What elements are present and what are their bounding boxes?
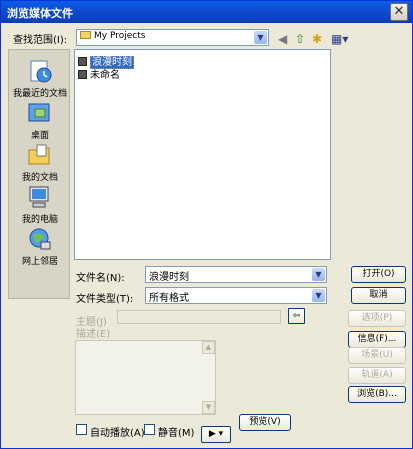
browse-button[interactable]: 浏览(B)... [348,386,406,403]
chevron-down-icon[interactable]: ▼ [254,31,267,44]
chevron-down-icon[interactable]: ▼ [202,401,215,414]
place-my-computer[interactable]: 我的电脑 [9,184,71,225]
place-network[interactable]: 网上邻居 [9,226,71,267]
autoplay-label: 自动播放(A) [90,428,145,439]
scrollbar[interactable]: ▲ ▼ [202,341,215,414]
place-label: 我的电脑 [21,215,58,225]
view-menu-icon[interactable]: ▦▾ [331,32,348,46]
media-file-icon [78,57,87,66]
preview-button[interactable]: 预览(V) [239,414,291,431]
description-label: 描述(E) [76,329,111,340]
description-box: ▲ ▼ [75,340,216,415]
browse-media-dialog: 浏览媒体文件 ✕ 查找范围(I): My Projects ▼ ◀ ⇧ ✱ ▦▾… [0,0,413,449]
cancel-button[interactable]: 取消 [351,287,406,304]
back-icon[interactable]: ◀ [278,32,287,46]
open-button[interactable]: 打开(O) [351,266,406,283]
place-my-documents[interactable]: 我的文档 [9,142,71,183]
chevron-down-icon[interactable]: ▼ [312,289,325,302]
places-bar: 我最近的文档 桌面 我的文档 我的电脑 网上邻居 [8,49,70,299]
chevron-up-icon[interactable]: ▲ [202,341,215,354]
list-item[interactable]: 未命名 [78,66,120,81]
mute-label: 静音(M) [158,428,195,439]
place-label: 我最近的文档 [12,89,67,99]
lookin-value: My Projects [80,31,145,41]
scene-button[interactable]: 场景(U) [348,347,406,364]
play-button[interactable]: ▶ ▾ [201,426,231,443]
mute-checkbox[interactable] [144,424,155,435]
filename-value: 浪漫时刻 [149,272,189,283]
media-file-icon [78,70,87,79]
chevron-down-icon[interactable]: ▼ [312,268,325,281]
recent-documents-icon [27,58,53,84]
window-title: 浏览媒体文件 [7,7,73,20]
network-places-icon [27,226,53,252]
filename-label: 文件名(N): [76,273,125,284]
lookin-label: 查找范围(I): [13,35,68,46]
filetype-label: 文件类型(T): [76,294,134,305]
file-list[interactable]: 浪漫时刻 未命名 [74,49,331,260]
title-bar: 浏览媒体文件 ✕ [1,1,412,23]
up-folder-icon[interactable]: ⇧ [295,32,305,46]
new-folder-icon[interactable]: ✱ [312,32,322,46]
filetype-combo[interactable]: 所有格式 ▼ [145,287,327,304]
place-label: 我的文档 [21,173,58,183]
subject-field [117,310,281,324]
my-computer-icon [27,184,53,210]
close-button[interactable]: ✕ [390,3,408,21]
info-button[interactable]: 信息(F)... [348,331,406,348]
place-desktop[interactable]: 桌面 [9,100,71,141]
filename-combo[interactable]: 浪漫时刻 ▼ [145,266,327,283]
my-documents-icon [27,142,53,168]
back-arrow-button[interactable]: ⇦ [288,308,305,324]
track-button[interactable]: 轨道(A) [348,367,406,384]
close-icon: ✕ [393,4,405,19]
options-button[interactable]: 选项(P) [348,310,406,327]
place-label: 网上邻居 [21,257,58,267]
place-recent[interactable]: 我最近的文档 [9,58,71,99]
autoplay-checkbox[interactable] [76,424,87,435]
play-icon: ▶ ▾ [208,429,224,439]
filetype-value: 所有格式 [149,293,189,304]
lookin-combo[interactable]: My Projects ▼ [76,29,269,46]
desktop-icon [27,100,53,126]
place-label: 桌面 [30,131,49,141]
arrow-left-icon: ⇦ [292,311,301,321]
folder-icon [80,31,91,39]
